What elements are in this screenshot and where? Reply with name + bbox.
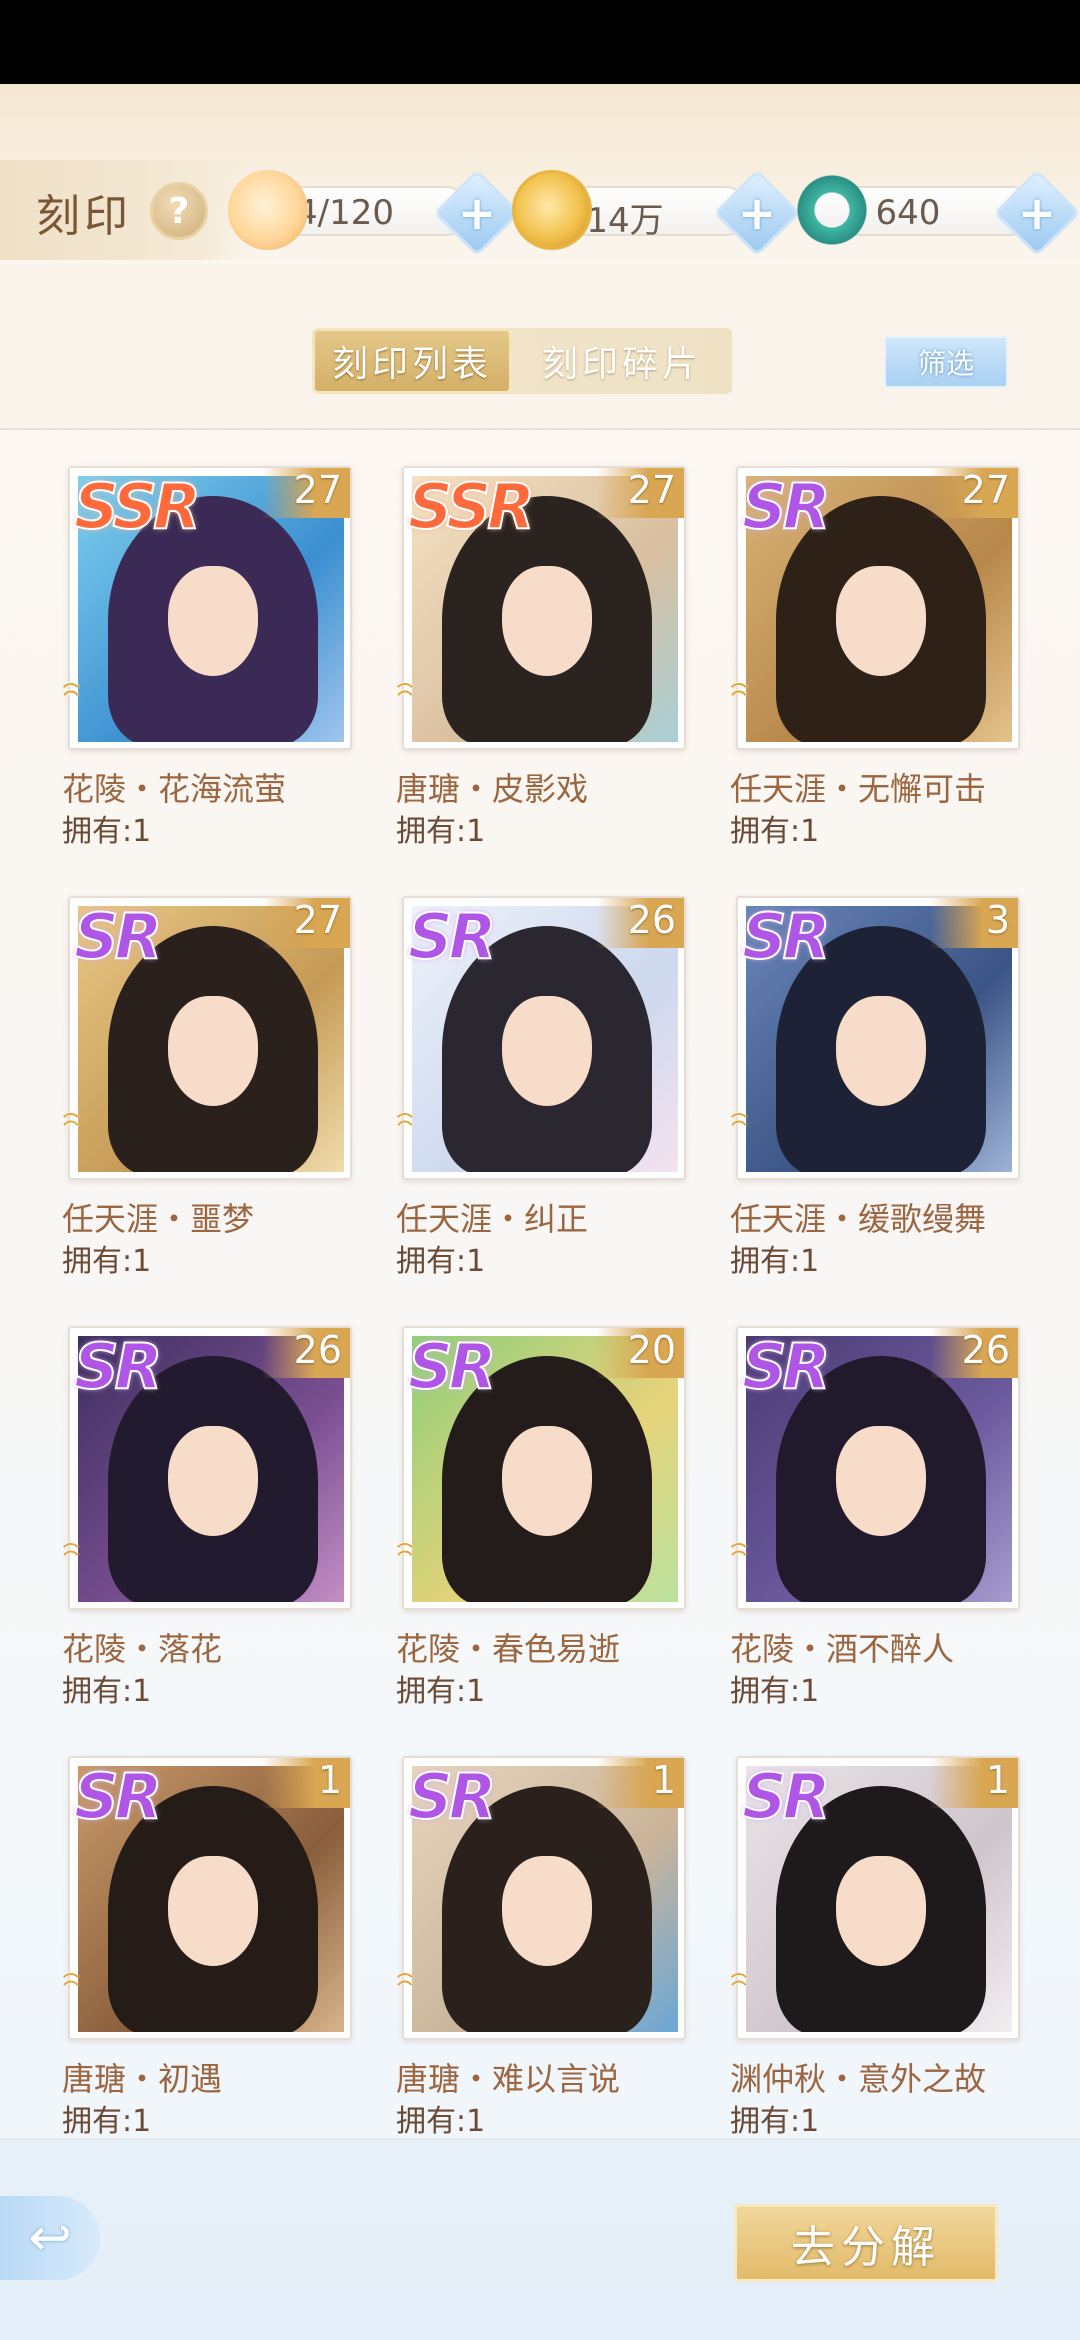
seal-owned-count: 拥有:1 [730,1244,820,1279]
level-tag: 27 [262,468,350,518]
rarity-badge: SR [741,1329,831,1404]
seal-owned-count: 拥有:1 [730,814,820,849]
help-button[interactable]: ? [150,182,208,240]
seal-name: 花陵・酒不醉人 [730,1630,955,1668]
seal-name: 唐瑭・难以言说 [396,2060,621,2098]
seal-card-frame: SR 27 ꩰ [68,896,352,1180]
seal-card-frame: SR 3 ꩰ [736,896,1020,1180]
seal-card-frame: SR 26 ꩰ [68,1326,352,1610]
seal-card-frame: SR 1 ꩰ [402,1756,686,2040]
seal-name: 花陵・落花 [62,1630,223,1668]
rarity-badge: SSR [407,469,536,544]
cat-icon [228,170,308,250]
seal-card[interactable]: SR 27 ꩰꩰ 任天涯・无懈可击 拥有:1 [730,466,1036,876]
level-tag: 3 [930,898,1018,948]
level-tag: 26 [930,1328,1018,1378]
seal-name: 唐瑭・初遇 [62,2060,223,2098]
rarity-badge: SR [741,1759,831,1834]
tab-seal-fragments[interactable]: 刻印碎片 [512,328,732,394]
seal-card-frame: SR 20 ꩰ [402,1326,686,1610]
seal-card[interactable]: SR 1 ꩰ 渊仲秋・意外之故 拥有:1 [730,1756,1036,2138]
seal-card[interactable]: SR 26 ꩰ 任天涯・纠正 拥有:1 [396,896,702,1306]
seal-owned-count: 拥有:1 [396,2104,486,2139]
seal-card-frame: SSR 27 ꩰꩰ [68,466,352,750]
seal-card-frame: SR 1 ꩰ [736,1756,1020,2040]
seal-owned-count: 拥有:1 [396,814,486,849]
level-tag: 26 [596,898,684,948]
rarity-badge: SR [741,899,831,974]
seal-card-frame: SR 1 ꩰ [68,1756,352,2040]
seal-name: 任天涯・噩梦 [62,1200,255,1238]
rarity-badge: SR [73,1329,163,1404]
level-tag: 1 [262,1758,350,1808]
paw-coin-icon [512,170,592,250]
seal-name: 任天涯・无懈可击 [730,770,987,808]
seal-owned-count: 拥有:1 [62,1244,152,1279]
seal-name: 唐瑭・皮影戏 [396,770,589,808]
jade-dragon-icon [792,170,872,250]
seal-name: 渊仲秋・意外之故 [730,2060,987,2098]
rarity-badge: SR [407,1759,497,1834]
decompose-button[interactable]: 去分解 [734,2204,998,2282]
seal-card-frame: SR 27 ꩰꩰ [736,466,1020,750]
status-bar [0,0,1080,84]
seal-grid: SSR 27 ꩰꩰ 花陵・花海流萤 拥有:1 SSR 27 ꩰ 唐瑭・皮影戏 拥… [0,428,1080,2140]
seal-card[interactable]: SR 1 ꩰ 唐瑭・初遇 拥有:1 [62,1756,368,2138]
seal-name: 花陵・春色易逝 [396,1630,621,1668]
seal-card[interactable]: SSR 27 ꩰꩰ 花陵・花海流萤 拥有:1 [62,466,368,876]
level-tag: 27 [930,468,1018,518]
filter-button[interactable]: 筛选 [884,336,1008,388]
seal-card[interactable]: SSR 27 ꩰ 唐瑭・皮影戏 拥有:1 [396,466,702,876]
seal-card[interactable]: SR 27 ꩰ 任天涯・噩梦 拥有:1 [62,896,368,1306]
rarity-badge: SR [73,1759,163,1834]
seal-name: 任天涯・纠正 [396,1200,589,1238]
seal-name: 花陵・花海流萤 [62,770,287,808]
seal-owned-count: 拥有:1 [730,1674,820,1709]
seal-name: 任天涯・缓歌缦舞 [730,1200,987,1238]
rarity-badge: SR [741,469,831,544]
rarity-badge: SSR [73,469,202,544]
seal-owned-count: 拥有:1 [396,1244,486,1279]
seal-owned-count: 拥有:1 [730,2104,820,2139]
seal-card[interactable]: SR 26 ꩰ 花陵・酒不醉人 拥有:1 [730,1326,1036,1736]
tab-bar: 刻印列表 刻印碎片 [312,328,732,394]
seal-card[interactable]: SR 20 ꩰ 花陵・春色易逝 拥有:1 [396,1326,702,1736]
seal-card[interactable]: SR 1 ꩰ 唐瑭・难以言说 拥有:1 [396,1756,702,2138]
tab-seal-list[interactable]: 刻印列表 [312,328,512,394]
page-title: 刻印 [36,191,132,242]
seal-owned-count: 拥有:1 [62,2104,152,2139]
seal-card-frame: SR 26 ꩰ [402,896,686,1180]
seal-card-frame: SR 26 ꩰ [736,1326,1020,1610]
rarity-badge: SR [407,899,497,974]
seal-card[interactable]: SR 26 ꩰ 花陵・落花 拥有:1 [62,1326,368,1736]
rarity-badge: SR [407,1329,497,1404]
level-tag: 1 [596,1758,684,1808]
level-tag: 26 [262,1328,350,1378]
level-tag: 27 [596,468,684,518]
level-tag: 27 [262,898,350,948]
seal-owned-count: 拥有:1 [62,1674,152,1709]
seal-owned-count: 拥有:1 [396,1674,486,1709]
rarity-badge: SR [73,899,163,974]
back-arrow-icon[interactable]: ↩ [0,2196,100,2280]
seal-card-frame: SSR 27 ꩰ [402,466,686,750]
seal-owned-count: 拥有:1 [62,814,152,849]
seal-card[interactable]: SR 3 ꩰ 任天涯・缓歌缦舞 拥有:1 [730,896,1036,1306]
level-tag: 20 [596,1328,684,1378]
level-tag: 1 [930,1758,1018,1808]
